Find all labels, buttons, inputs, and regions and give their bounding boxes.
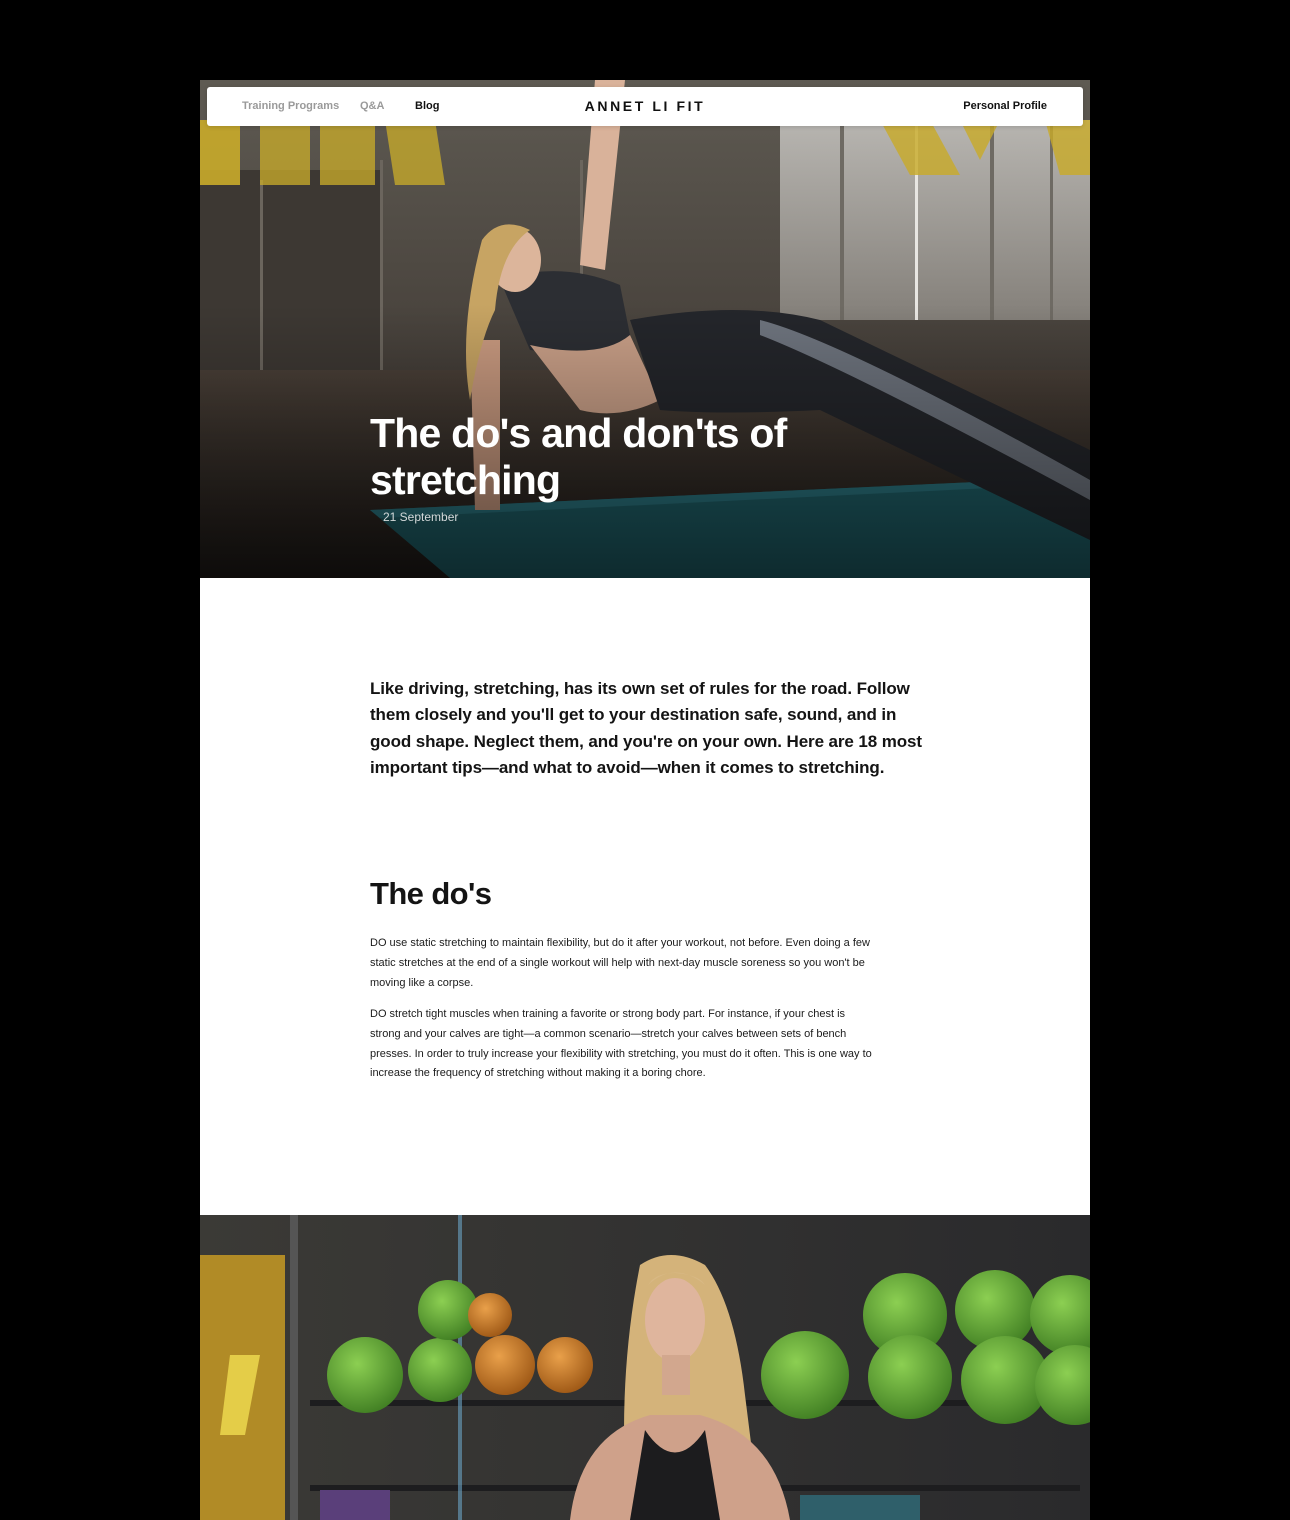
section-heading-dos: The do's bbox=[370, 876, 492, 911]
hero-section: Training Programs Q&A Blog ANNET LI FIT … bbox=[200, 80, 1090, 578]
page-container: Training Programs Q&A Blog ANNET LI FIT … bbox=[200, 80, 1090, 1520]
article-paragraph: DO stretch tight muscles when training a… bbox=[370, 1008, 872, 1080]
gym-portrait-image bbox=[200, 1215, 1090, 1520]
article-date: 21 September bbox=[383, 510, 459, 524]
article-title: The do's and don'ts of stretching bbox=[370, 410, 787, 503]
article-image bbox=[200, 1215, 1090, 1520]
article-paragraph: DO use static stretching to maintain fle… bbox=[370, 937, 870, 989]
top-navigation: Training Programs Q&A Blog ANNET LI FIT … bbox=[207, 87, 1083, 126]
brand-logo[interactable]: ANNET LI FIT bbox=[207, 98, 1083, 114]
article-lead: Like driving, stretching, has its own se… bbox=[370, 679, 922, 777]
personal-profile-link[interactable]: Personal Profile bbox=[963, 100, 1047, 112]
